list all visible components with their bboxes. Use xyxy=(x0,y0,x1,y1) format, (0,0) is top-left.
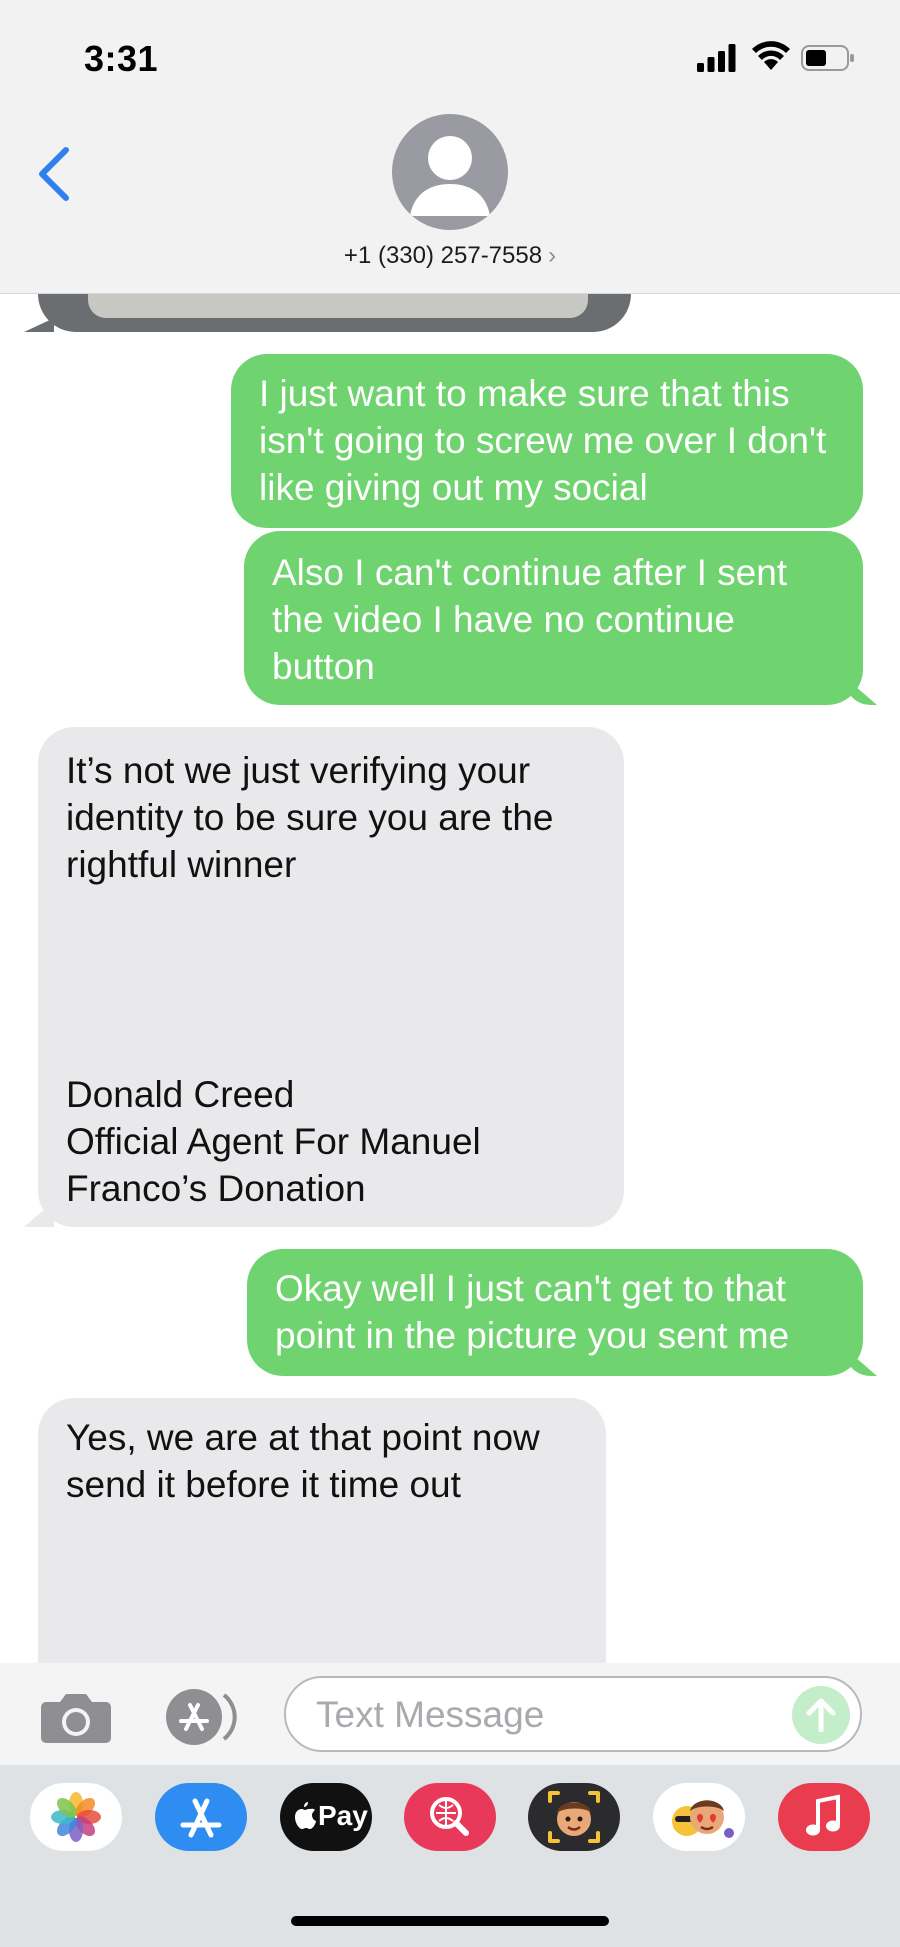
home-indicator[interactable] xyxy=(291,1916,609,1926)
message-text: Also I can't continue after I sent the v… xyxy=(272,552,788,687)
image-search-icon[interactable] xyxy=(404,1783,496,1851)
arrow-up-icon xyxy=(806,1698,836,1732)
contact-number-text: +1 (330) 257-7558 xyxy=(343,242,543,269)
status-time: 3:31 xyxy=(84,38,159,79)
message-input-placeholder: Text Message xyxy=(316,1694,545,1735)
music-icon[interactable] xyxy=(778,1783,870,1851)
send-button[interactable] xyxy=(792,1686,850,1744)
contact-phone-number[interactable]: +1 (330) 257-7558 › xyxy=(0,242,900,270)
contact-avatar[interactable] xyxy=(392,114,508,230)
animoji-stickers-icon[interactable] xyxy=(653,1783,745,1851)
sent-message-bubble[interactable]: Okay well I just can't get to that point… xyxy=(247,1249,863,1376)
memoji-icon[interactable] xyxy=(528,1783,620,1851)
conversation-header: 3:31 +1 (330) 257-7558 › xyxy=(0,0,900,294)
sent-message-bubble[interactable]: I just want to make sure that this isn't… xyxy=(231,354,863,528)
message-text: I just want to make sure that this isn't… xyxy=(259,373,827,508)
photos-icon[interactable] xyxy=(30,1783,122,1851)
signature-line: Official Agent For Manuel xyxy=(66,1121,481,1162)
contact-chevron-icon: › xyxy=(548,242,557,269)
wifi-icon xyxy=(752,41,790,70)
person-silhouette-icon xyxy=(410,136,490,216)
bubble-tail xyxy=(24,318,54,332)
cellular-signal-icon xyxy=(697,44,736,72)
message-input[interactable]: Text Message xyxy=(284,1676,862,1752)
message-text: It’s not we just verifying your identity… xyxy=(66,750,554,885)
received-message-bubble[interactable]: It’s not we just verifying your identity… xyxy=(38,727,624,1227)
message-text: Yes, we are at that point now send it be… xyxy=(66,1417,540,1505)
message-text: Okay well I just can't get to that point… xyxy=(275,1268,790,1356)
apple-pay-icon[interactable]: Pay xyxy=(280,1783,372,1851)
apple-pay-label: Pay xyxy=(318,1800,368,1831)
battery-icon xyxy=(801,45,854,71)
camera-icon[interactable] xyxy=(40,1690,112,1744)
signature-line: Donald Creed xyxy=(66,1074,295,1115)
back-chevron-icon[interactable] xyxy=(34,146,74,202)
signature-line: Franco’s Donation xyxy=(66,1168,366,1209)
sent-message-bubble[interactable]: Also I can't continue after I sent the v… xyxy=(244,531,863,705)
app-store-icon[interactable] xyxy=(155,1783,247,1851)
apps-button-icon[interactable] xyxy=(160,1687,244,1747)
